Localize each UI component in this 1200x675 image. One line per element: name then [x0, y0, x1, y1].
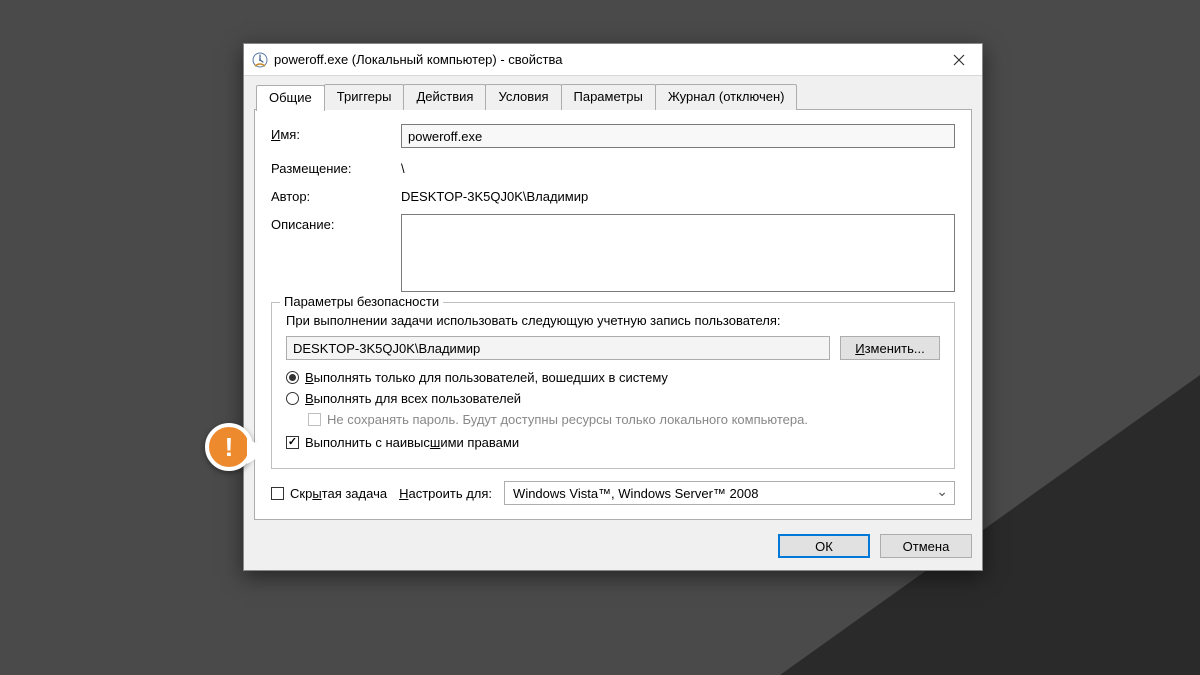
account-row: Изменить... [286, 336, 940, 360]
tabpage-general: Имя: Размещение: \ Автор: DESKTOP-3K5QJ0… [254, 109, 972, 520]
bottom-row: Скрытая задача Настроить для: Windows Vi… [271, 481, 955, 505]
close-icon [953, 54, 965, 66]
radio-loggedon-label: Выполнять только для пользователей, воше… [305, 370, 668, 385]
label-author: Автор: [271, 186, 401, 204]
clock-icon [252, 52, 268, 68]
account-input [286, 336, 830, 360]
titlebar[interactable]: poweroff.exe (Локальный компьютер) - сво… [244, 44, 982, 76]
location-value: \ [401, 158, 405, 176]
configure-for-label: Настроить для: [399, 486, 492, 501]
tab-triggers[interactable]: Триггеры [324, 84, 405, 110]
hidden-label: Скрытая задача [290, 486, 387, 501]
check-highest-privileges[interactable]: Выполнить с наивысшими правами [286, 435, 940, 450]
highest-priv-label: Выполнить с наивысшими правами [305, 435, 519, 450]
tab-history[interactable]: Журнал (отключен) [655, 84, 798, 110]
cancel-button[interactable]: Отмена [880, 534, 972, 558]
tab-conditions[interactable]: Условия [485, 84, 561, 110]
security-groupbox: Параметры безопасности При выполнении за… [271, 302, 955, 469]
configure-for-select[interactable]: Windows Vista™, Windows Server™ 2008 [504, 481, 955, 505]
tab-actions[interactable]: Действия [403, 84, 486, 110]
row-author: Автор: DESKTOP-3K5QJ0K\Владимир [271, 186, 955, 204]
label-name: Имя: [271, 124, 401, 142]
row-description: Описание: [271, 214, 955, 292]
attention-callout: ! [205, 423, 253, 471]
tab-strip: Общие Триггеры Действия Условия Параметр… [256, 84, 972, 110]
configure-for-value: Windows Vista™, Windows Server™ 2008 [513, 486, 758, 501]
label-description: Описание: [271, 214, 401, 232]
tab-general[interactable]: Общие [256, 85, 325, 111]
run-as-label: При выполнении задачи использовать следу… [286, 313, 940, 328]
description-input[interactable] [401, 214, 955, 292]
name-input[interactable] [401, 124, 955, 148]
change-user-button[interactable]: Изменить... [840, 336, 940, 360]
row-name: Имя: [271, 124, 955, 148]
window-title: poweroff.exe (Локальный компьютер) - сво… [274, 52, 936, 67]
dialog-buttons: ОК Отмена [254, 534, 972, 558]
checkbox-icon [286, 436, 299, 449]
tab-settings[interactable]: Параметры [561, 84, 656, 110]
nosave-label: Не сохранять пароль. Будут доступны ресу… [327, 412, 808, 427]
label-location: Размещение: [271, 158, 401, 176]
checkbox-icon [271, 487, 284, 500]
ok-button[interactable]: ОК [778, 534, 870, 558]
radio-allusers[interactable]: Выполнять для всех пользователей [286, 391, 940, 406]
close-button[interactable] [936, 44, 982, 75]
properties-dialog: poweroff.exe (Локальный компьютер) - сво… [243, 43, 983, 571]
dialog-body: Общие Триггеры Действия Условия Параметр… [244, 76, 982, 570]
radio-icon [286, 371, 299, 384]
radio-icon [286, 392, 299, 405]
security-legend: Параметры безопасности [280, 294, 443, 309]
radio-allusers-label: Выполнять для всех пользователей [305, 391, 521, 406]
checkbox-icon [308, 413, 321, 426]
radio-loggedon[interactable]: Выполнять только для пользователей, воше… [286, 370, 940, 385]
check-hidden-task[interactable]: Скрытая задача [271, 486, 387, 501]
author-value: DESKTOP-3K5QJ0K\Владимир [401, 186, 588, 204]
check-nosave-password: Не сохранять пароль. Будут доступны ресу… [308, 412, 940, 427]
exclamation-icon: ! [225, 432, 234, 463]
row-location: Размещение: \ [271, 158, 955, 176]
